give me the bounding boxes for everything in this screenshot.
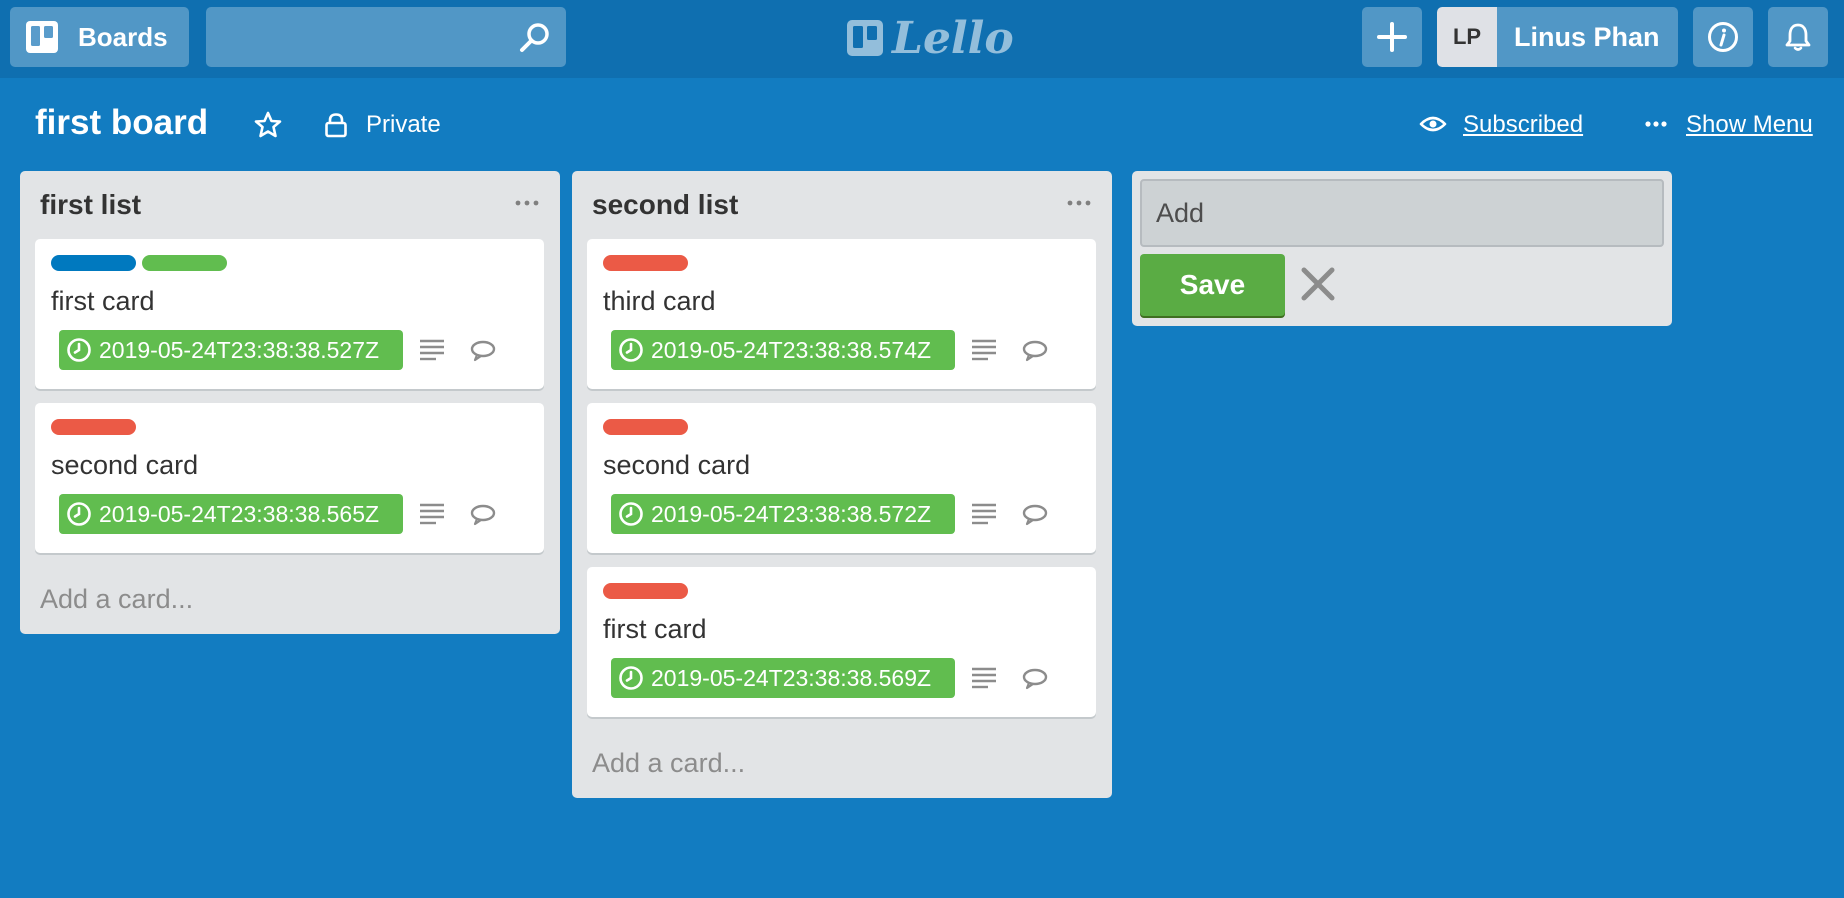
info-icon [1708, 22, 1738, 52]
description-icon [972, 339, 996, 361]
search-box[interactable] [206, 7, 566, 67]
list-title[interactable]: second list [592, 189, 738, 221]
info-button[interactable] [1693, 7, 1753, 67]
search-icon[interactable] [518, 21, 552, 55]
card-labels [603, 419, 688, 435]
list-title[interactable]: first list [40, 189, 141, 221]
lock-icon [325, 113, 347, 138]
card-label [603, 419, 688, 435]
list-second-list: second list third card 2019-05-24T23:38:… [572, 171, 1112, 798]
add-list-input[interactable] [1140, 179, 1664, 247]
search-input[interactable] [206, 7, 566, 67]
clock-icon [67, 338, 91, 362]
clock-icon [619, 338, 643, 362]
card-label [603, 255, 688, 271]
card-labels [603, 255, 688, 271]
save-button[interactable]: Save [1140, 254, 1285, 316]
list-first-list: first list first card 2019-05-24T23:38:3… [20, 171, 560, 634]
due-date: 2019-05-24T23:38:38.574Z [651, 336, 932, 363]
description-icon [972, 667, 996, 689]
due-date: 2019-05-24T23:38:38.527Z [99, 336, 380, 363]
due-date: 2019-05-24T23:38:38.572Z [651, 500, 932, 527]
list-menu-icon[interactable] [514, 193, 540, 213]
description-icon [972, 503, 996, 525]
add-card-button[interactable]: Add a card... [40, 584, 193, 615]
star-icon[interactable] [254, 111, 282, 139]
more-icon [1645, 121, 1667, 127]
comment-icon [470, 504, 496, 526]
due-date-badge: 2019-05-24T23:38:38.565Z [59, 494, 403, 534]
eye-icon [1419, 116, 1447, 132]
card-label [51, 419, 136, 435]
due-date-badge: 2019-05-24T23:38:38.572Z [611, 494, 955, 534]
plus-icon [1377, 22, 1407, 52]
comment-icon [1022, 504, 1048, 526]
add-list-form: Save [1132, 171, 1672, 326]
user-name: Linus Phan [1514, 21, 1660, 52]
clock-icon [67, 502, 91, 526]
create-button[interactable] [1362, 7, 1422, 67]
avatar: LP [1437, 7, 1497, 67]
comment-icon [1022, 340, 1048, 362]
clock-icon [619, 666, 643, 690]
boards-icon [26, 21, 58, 53]
due-date-badge: 2019-05-24T23:38:38.527Z [59, 330, 403, 370]
bell-icon [1785, 23, 1811, 51]
add-card-button[interactable]: Add a card... [592, 748, 745, 779]
board-title[interactable]: first board [35, 103, 208, 143]
card[interactable]: third card 2019-05-24T23:38:38.574Z [587, 239, 1096, 389]
subscribed-link[interactable]: Subscribed [1463, 111, 1583, 139]
logo-text: Lello [892, 12, 1014, 64]
due-date-badge: 2019-05-24T23:38:38.574Z [611, 330, 955, 370]
card[interactable]: first card 2019-05-24T23:38:38.527Z [35, 239, 544, 389]
app-logo[interactable]: Lello [846, 12, 1014, 64]
card-labels [603, 583, 688, 599]
privacy-button[interactable]: Private [366, 111, 441, 139]
top-header: Boards Lello LP Linus Phan [0, 0, 1844, 78]
card-title: first card [51, 286, 155, 316]
clock-icon [619, 502, 643, 526]
card-label [51, 255, 136, 271]
close-icon[interactable] [1299, 265, 1337, 303]
logo-icon [847, 20, 883, 56]
due-date: 2019-05-24T23:38:38.569Z [651, 664, 932, 691]
card-labels [51, 419, 136, 435]
due-date: 2019-05-24T23:38:38.565Z [99, 500, 380, 527]
comment-icon [1022, 668, 1048, 690]
card[interactable]: second card 2019-05-24T23:38:38.572Z [587, 403, 1096, 553]
boards-label: Boards [78, 21, 168, 52]
description-icon [420, 503, 444, 525]
card[interactable]: first card 2019-05-24T23:38:38.569Z [587, 567, 1096, 717]
card-title: second card [51, 450, 199, 480]
user-menu-button[interactable]: LP Linus Phan [1437, 7, 1678, 67]
comment-icon [470, 340, 496, 362]
card-title: first card [603, 614, 707, 644]
notifications-button[interactable] [1768, 7, 1828, 67]
card-label [142, 255, 227, 271]
boards-button[interactable]: Boards [10, 7, 189, 67]
card-label [603, 583, 688, 599]
list-menu-icon[interactable] [1066, 193, 1092, 213]
show-menu-link[interactable]: Show Menu [1686, 111, 1813, 139]
description-icon [420, 339, 444, 361]
card[interactable]: second card 2019-05-24T23:38:38.565Z [35, 403, 544, 553]
card-title: second card [603, 450, 751, 480]
due-date-badge: 2019-05-24T23:38:38.569Z [611, 658, 955, 698]
card-title: third card [603, 286, 716, 316]
card-labels [51, 255, 227, 271]
